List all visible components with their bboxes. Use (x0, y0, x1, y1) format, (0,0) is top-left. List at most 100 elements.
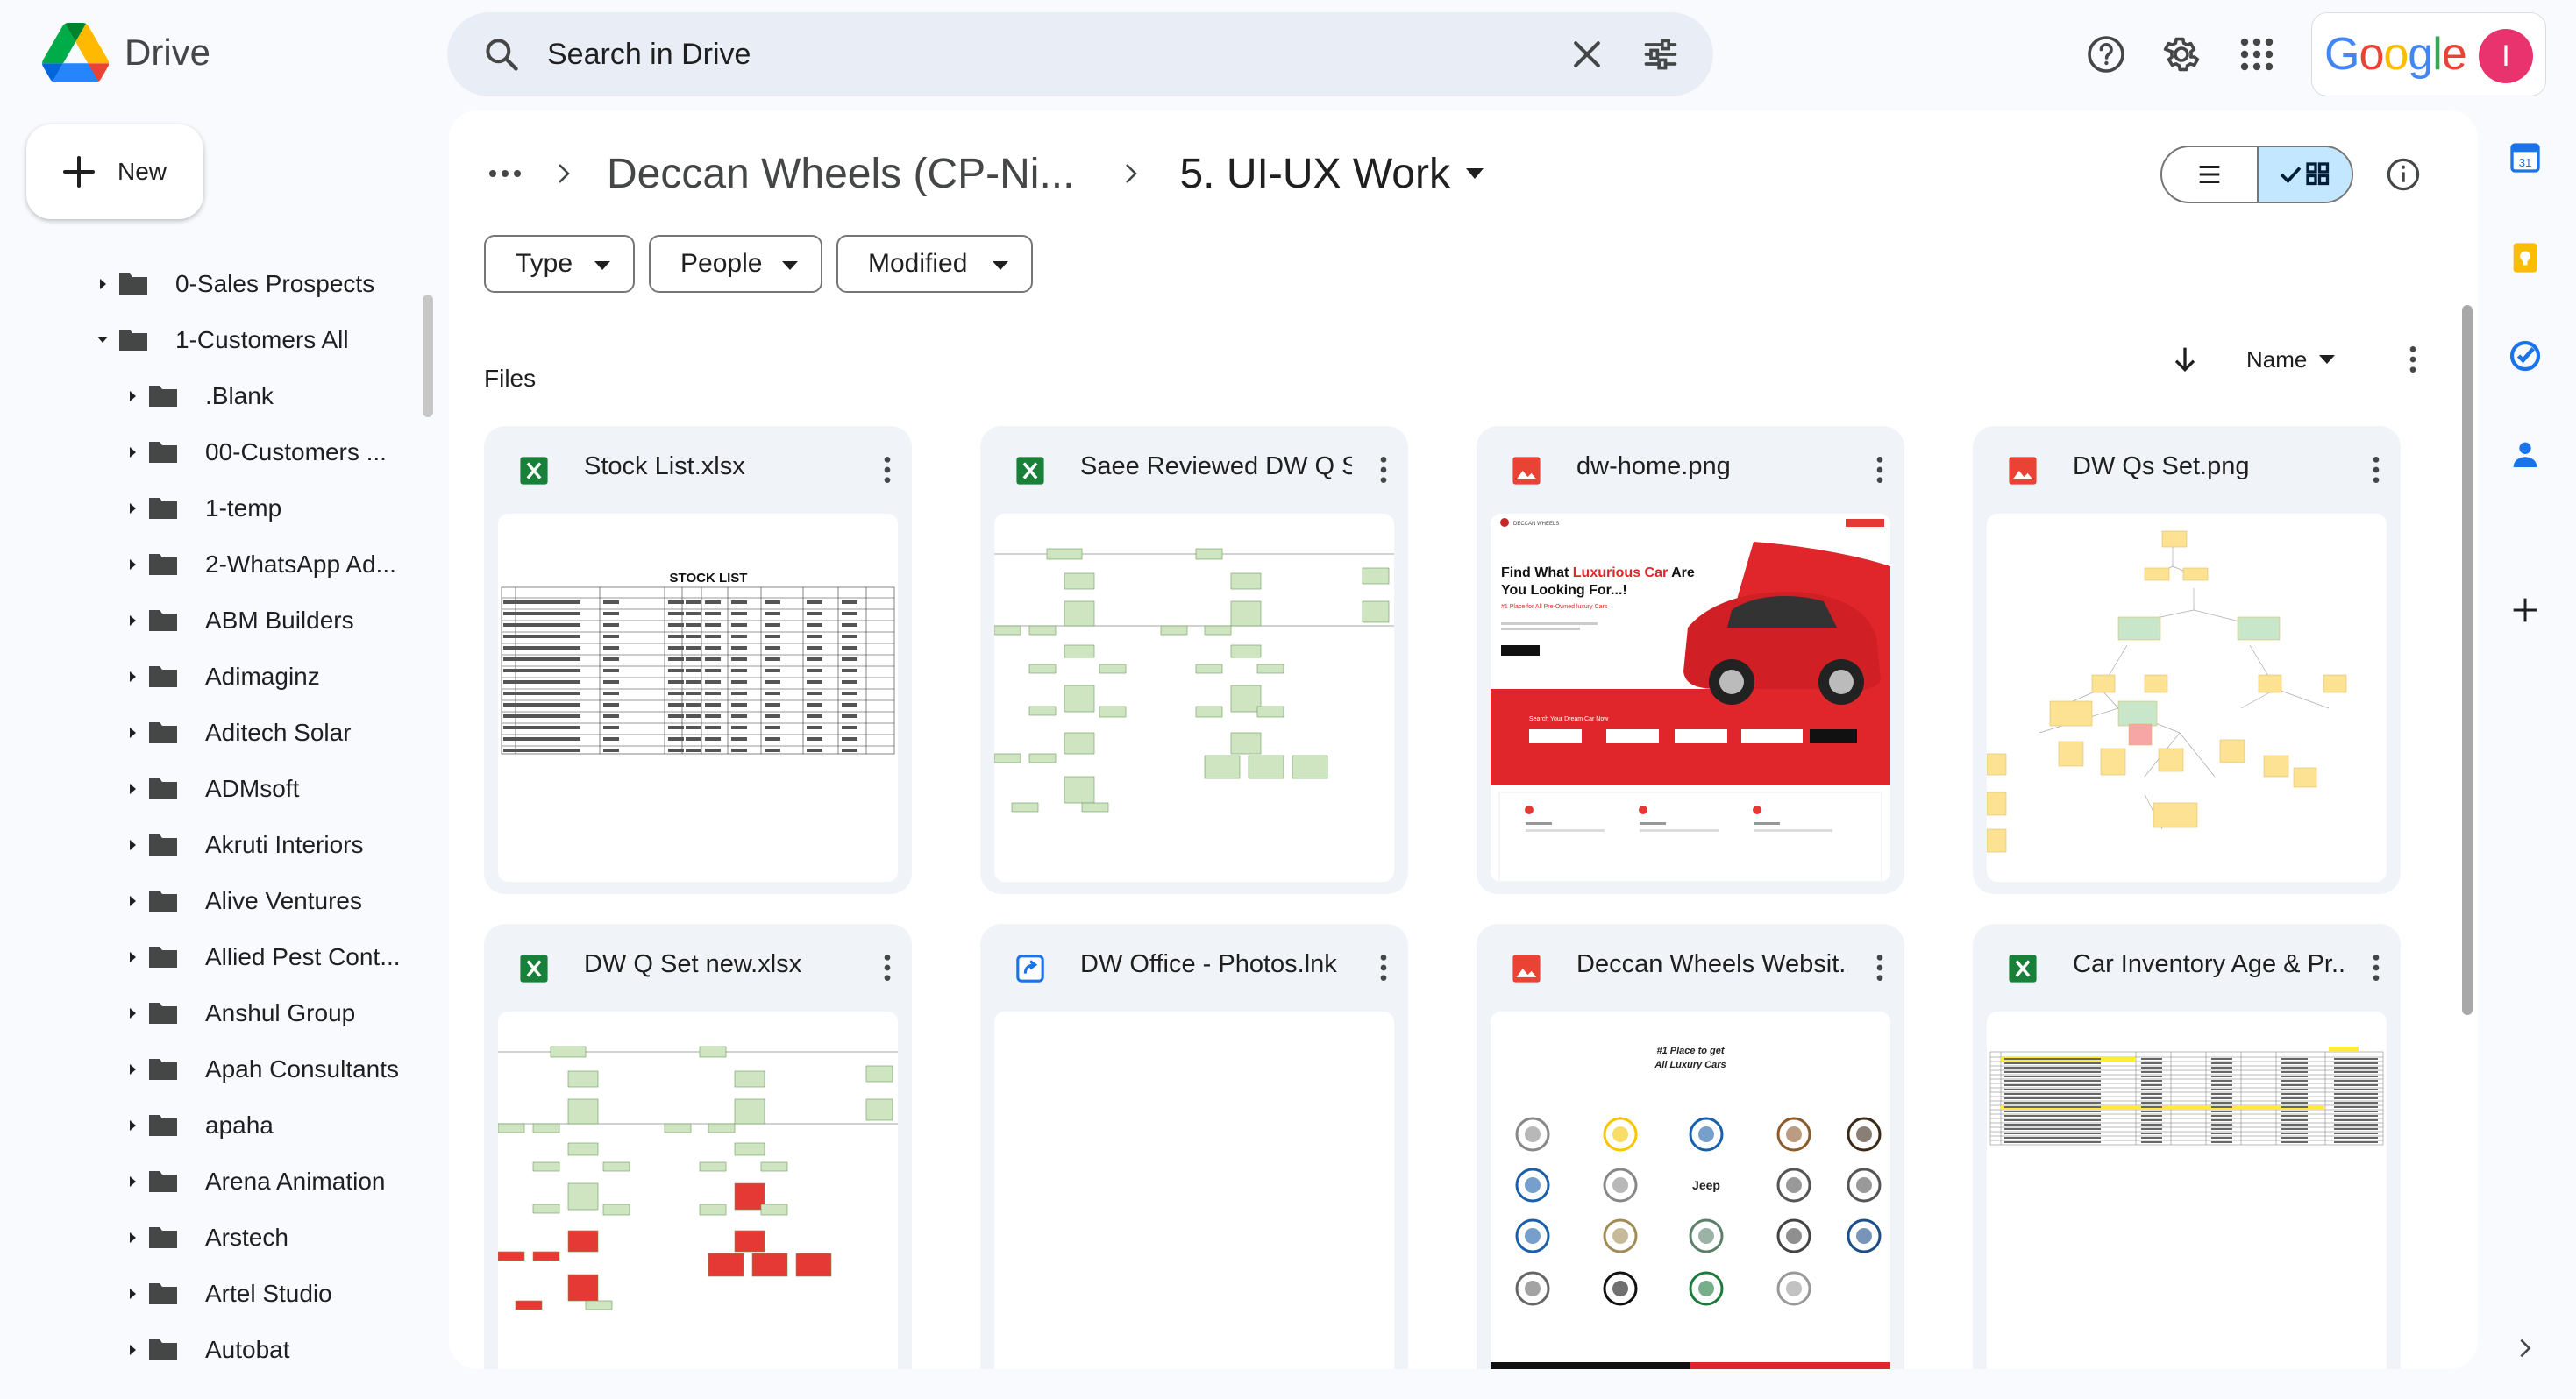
arrow-down-icon[interactable] (2167, 342, 2202, 377)
caret-right-icon[interactable] (126, 839, 139, 851)
main-scrollbar[interactable] (2462, 305, 2473, 1015)
file-card-header[interactable]: dw-home.png (1477, 426, 1904, 514)
caret-right-icon[interactable] (126, 727, 139, 739)
caret-right-icon[interactable] (126, 1344, 139, 1356)
sidebar-folder-item[interactable]: Apah Consultants (126, 1041, 399, 1097)
sidebar-folder-item[interactable]: Adimaginz (126, 649, 320, 705)
more-vert-icon[interactable] (2395, 342, 2430, 377)
info-icon[interactable] (2385, 156, 2422, 193)
more-horiz-icon[interactable] (487, 168, 523, 179)
file-thumbnail[interactable] (1987, 514, 2387, 882)
calendar-icon[interactable]: 31 (2508, 140, 2543, 175)
sidebar-folder-item[interactable]: Autobat (126, 1322, 290, 1378)
sidebar-folder-item[interactable]: ABM Builders (126, 593, 354, 649)
chevron-right-icon[interactable] (2513, 1336, 2537, 1360)
list-view-button[interactable] (2162, 147, 2257, 202)
file-name[interactable]: Saee Reviewed DW Q S... (1080, 452, 1352, 481)
caret-right-icon[interactable] (126, 1175, 139, 1188)
caret-right-icon[interactable] (96, 278, 109, 290)
search-icon[interactable] (482, 35, 521, 74)
more-vert-icon[interactable] (1366, 950, 1401, 985)
sidebar-folder-item[interactable]: apaha (126, 1097, 274, 1154)
caret-right-icon[interactable] (126, 558, 139, 571)
file-thumbnail[interactable]: #1 Place to get All Luxury Cars Jeep (1491, 1012, 1890, 1369)
settings-gear-icon[interactable] (2160, 33, 2202, 75)
apps-grid-icon[interactable] (2236, 33, 2278, 75)
file-card[interactable]: Saee Reviewed DW Q S... (980, 426, 1408, 894)
file-thumbnail[interactable] (498, 1012, 898, 1369)
file-card[interactable]: Stock List.xlsx STOCK LIST (484, 426, 912, 894)
file-card-header[interactable]: Deccan Wheels Websit... (1477, 924, 1904, 1012)
file-name[interactable]: DW Qs Set.png (2073, 452, 2345, 481)
sidebar-folder-item[interactable]: Artel Studio (126, 1266, 332, 1322)
file-name[interactable]: DW Office - Photos.lnk (1080, 950, 1352, 979)
grid-view-button[interactable] (2256, 147, 2352, 202)
keep-icon[interactable] (2508, 240, 2543, 275)
people-filter[interactable]: People (649, 235, 822, 293)
file-card-header[interactable]: DW Office - Photos.lnk (980, 924, 1408, 1012)
type-filter[interactable]: Type (484, 235, 635, 293)
sidebar-folder-item[interactable]: Anshul Group (126, 985, 355, 1041)
file-card-header[interactable]: Car Inventory Age & Pr... (1973, 924, 2401, 1012)
search-bar[interactable]: Search in Drive (447, 12, 1713, 96)
caret-right-icon[interactable] (126, 614, 139, 627)
more-vert-icon[interactable] (2359, 452, 2394, 487)
help-icon[interactable] (2085, 33, 2127, 75)
sidebar-folder-item[interactable]: 1-Customers All (96, 312, 349, 368)
more-vert-icon[interactable] (1862, 950, 1897, 985)
file-card-header[interactable]: DW Qs Set.png (1973, 426, 2401, 514)
sidebar-folder-item[interactable]: Akruti Interiors (126, 817, 364, 873)
more-vert-icon[interactable] (1862, 452, 1897, 487)
file-card-header[interactable]: Stock List.xlsx (484, 426, 912, 514)
file-card[interactable]: Deccan Wheels Websit... #1 Place to get Al… (1477, 924, 1904, 1369)
sidebar-folder-item[interactable]: Alive Ventures (126, 873, 362, 929)
caret-right-icon[interactable] (126, 1119, 139, 1132)
caret-right-icon[interactable] (126, 390, 139, 402)
sidebar-folder-item[interactable]: Allied Pest Cont... (126, 929, 401, 985)
file-thumbnail[interactable]: STOCK LIST (498, 514, 898, 882)
drive-logo[interactable]: Drive (42, 23, 210, 82)
caret-right-icon[interactable] (126, 895, 139, 907)
caret-down-icon[interactable] (96, 334, 109, 346)
caret-right-icon[interactable] (126, 671, 139, 683)
sidebar-scrollbar[interactable] (423, 295, 433, 417)
file-name[interactable]: DW Q Set new.xlsx (584, 950, 856, 979)
sidebar-folder-item[interactable]: Aditech Solar (126, 705, 352, 761)
caret-right-icon[interactable] (126, 1007, 139, 1019)
breadcrumb-parent[interactable]: Deccan Wheels (CP-Ni... (607, 150, 1074, 198)
file-card[interactable]: dw-home.png DECCAN WHEELS Find What Luxuri… (1477, 426, 1904, 894)
file-card[interactable]: DW Q Set new.xlsx (484, 924, 912, 1369)
sidebar-folder-item[interactable]: .Blank (126, 368, 274, 424)
sidebar-folder-item[interactable]: 2-WhatsApp Ad... (126, 536, 396, 593)
file-thumbnail[interactable]: DECCAN WHEELS Find What Luxurious Car Are… (1491, 514, 1890, 882)
modified-filter[interactable]: Modified (836, 235, 1033, 293)
sidebar-folder-item[interactable]: 00-Customers ... (126, 424, 387, 480)
more-vert-icon[interactable] (2359, 950, 2394, 985)
caret-right-icon[interactable] (126, 783, 139, 795)
search-input[interactable]: Search in Drive (547, 38, 751, 72)
more-vert-icon[interactable] (870, 950, 905, 985)
file-thumbnail[interactable] (1987, 1012, 2387, 1369)
file-card[interactable]: DW Office - Photos.lnk (980, 924, 1408, 1369)
avatar[interactable]: I (2479, 29, 2533, 83)
breadcrumb-current[interactable]: 5. UI-UX Work (1179, 150, 1449, 198)
new-button[interactable]: New (26, 124, 203, 219)
add-addon-icon[interactable] (2508, 593, 2543, 628)
more-vert-icon[interactable] (870, 452, 905, 487)
sidebar-folder-item[interactable]: Arstech (126, 1210, 288, 1266)
file-name[interactable]: Deccan Wheels Websit... (1576, 950, 1848, 979)
sidebar-folder-item[interactable]: 1-temp (126, 480, 281, 536)
caret-right-icon[interactable] (126, 446, 139, 458)
close-icon[interactable] (1568, 35, 1606, 74)
contacts-icon[interactable] (2508, 437, 2543, 472)
file-name[interactable]: Car Inventory Age & Pr... (2073, 950, 2345, 979)
file-name[interactable]: dw-home.png (1576, 452, 1848, 481)
file-card-header[interactable]: DW Q Set new.xlsx (484, 924, 912, 1012)
file-card[interactable]: DW Qs Set.png (1973, 426, 2401, 894)
sidebar-folder-item[interactable]: 0-Sales Prospects (96, 256, 374, 312)
caret-right-icon[interactable] (126, 1288, 139, 1300)
more-vert-icon[interactable] (1366, 452, 1401, 487)
file-thumbnail[interactable] (994, 1012, 1394, 1369)
sort-by-button[interactable]: Name (2246, 342, 2336, 377)
view-toggle[interactable] (2160, 146, 2353, 203)
